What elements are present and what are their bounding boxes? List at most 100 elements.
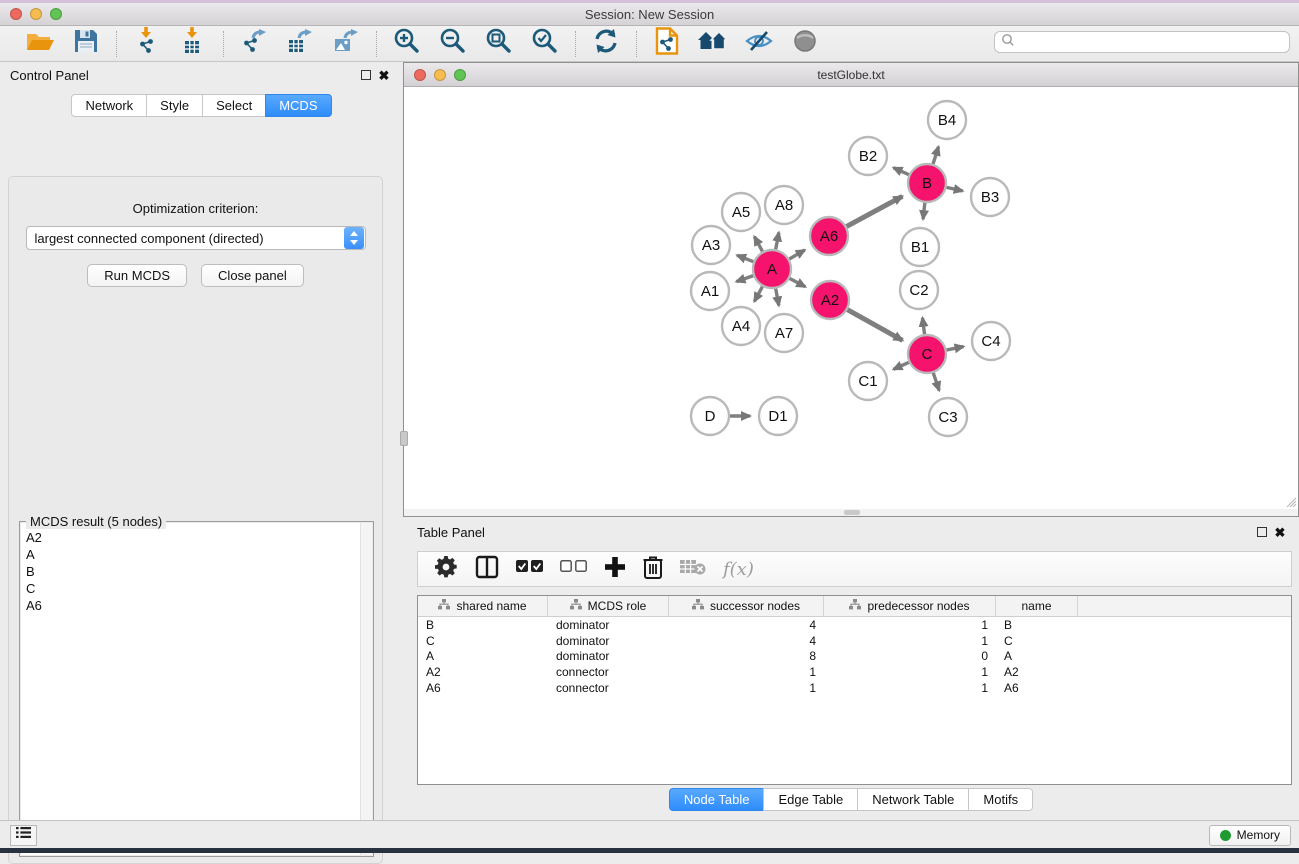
graph-node-D1[interactable]: D1	[759, 397, 797, 435]
zoom-in-button[interactable]	[391, 29, 423, 59]
graph-node-C4[interactable]: C4	[972, 322, 1010, 360]
tab-motifs[interactable]: Motifs	[968, 788, 1033, 811]
float-table-panel-icon[interactable]	[1253, 524, 1271, 540]
table-row[interactable]: Cdominator41C	[418, 633, 1291, 649]
tab-node-table[interactable]: Node Table	[669, 788, 765, 811]
mcds-result-item[interactable]: B	[21, 563, 372, 580]
float-panel-icon[interactable]	[357, 67, 375, 83]
function-builder-button[interactable]: f(x)	[723, 559, 754, 580]
mcds-result-item[interactable]: A	[21, 546, 372, 563]
close-panel-button[interactable]: Close panel	[201, 264, 304, 287]
refresh-button[interactable]	[590, 29, 622, 59]
trash-button[interactable]	[643, 555, 663, 584]
close-panel-icon[interactable]: ✖	[375, 67, 393, 83]
graph-node-A1[interactable]: A1	[691, 272, 729, 310]
uncheck-pair-button[interactable]	[560, 560, 587, 578]
horizontal-scrollbar-thumb[interactable]	[844, 510, 860, 515]
table-row[interactable]: Adominator80A	[418, 648, 1291, 664]
column-header-predecessor-nodes[interactable]: predecessor nodes	[824, 596, 996, 616]
result-scrollbar[interactable]	[360, 523, 372, 855]
graph-edge-B-B2[interactable]	[893, 168, 909, 175]
plus-button[interactable]	[604, 556, 626, 583]
table-row[interactable]: Bdominator41B	[418, 617, 1291, 633]
graph-edge-B-B1[interactable]	[923, 202, 925, 219]
search-input[interactable]	[1016, 35, 1289, 49]
column-header-name[interactable]: name	[996, 596, 1078, 616]
graph-node-D[interactable]: D	[691, 397, 729, 435]
graph-node-A5[interactable]: A5	[722, 193, 760, 231]
zoom-selected-button[interactable]	[529, 29, 561, 59]
graph-node-A4[interactable]: A4	[722, 307, 760, 345]
graph-edge-A-A8[interactable]	[776, 233, 779, 251]
export-table-button[interactable]	[284, 29, 316, 59]
node-table[interactable]: shared nameMCDS rolesuccessor nodesprede…	[417, 595, 1292, 785]
graph-edge-C-C2[interactable]	[922, 318, 924, 335]
graph-node-A7[interactable]: A7	[765, 314, 803, 352]
graph-node-B[interactable]: B	[908, 164, 946, 202]
column-header-shared-name[interactable]: shared name	[418, 596, 548, 616]
graph-node-B1[interactable]: B1	[901, 228, 939, 266]
column-header-successor-nodes[interactable]: successor nodes	[669, 596, 824, 616]
table-delete-button[interactable]	[680, 558, 706, 581]
tab-network[interactable]: Network	[71, 94, 147, 117]
table-row[interactable]: A6connector11A6	[418, 680, 1291, 696]
graph-edge-A-A4[interactable]	[754, 286, 763, 302]
optimization-criterion-dropdown[interactable]: largest connected component (directed)	[26, 226, 366, 250]
column-header-MCDS-role[interactable]: MCDS role	[548, 596, 669, 616]
export-network-button[interactable]	[238, 29, 270, 59]
graph-node-A6[interactable]: A6	[810, 217, 848, 255]
import-network-button[interactable]	[131, 29, 163, 59]
mcds-result-list[interactable]: A2ABCA6	[21, 523, 372, 855]
graph-edge-A-A5[interactable]	[754, 237, 763, 253]
graph-edge-A-A3[interactable]	[737, 255, 754, 262]
hide-eye-button[interactable]	[743, 29, 775, 59]
graph-edge-A-A1[interactable]	[736, 275, 754, 281]
network-canvas[interactable]: B4B2BB3A5A8A6A3B1AA1C2A2A4A7C4CC1C3DD1	[404, 87, 1298, 516]
eye-button[interactable]	[789, 29, 821, 59]
open-folder-button[interactable]	[24, 29, 56, 59]
graph-node-C1[interactable]: C1	[849, 362, 887, 400]
tab-mcds[interactable]: MCDS	[265, 94, 331, 117]
export-image-button[interactable]	[330, 29, 362, 59]
graph-edge-A-A6[interactable]	[788, 250, 804, 259]
memory-button[interactable]: Memory	[1209, 825, 1291, 846]
graph-edge-A-A7[interactable]	[776, 288, 779, 306]
graph-edge-A-A2[interactable]	[789, 278, 806, 287]
zoom-out-button[interactable]	[437, 29, 469, 59]
network-window-title-bar[interactable]: testGlobe.txt	[404, 63, 1298, 87]
graph-node-A8[interactable]: A8	[765, 186, 803, 224]
check-pair-button[interactable]	[516, 560, 543, 578]
graph-node-A2[interactable]: A2	[811, 281, 849, 319]
graph-edge-C-C3[interactable]	[933, 372, 939, 390]
tab-network-table[interactable]: Network Table	[857, 788, 969, 811]
tab-select[interactable]: Select	[202, 94, 266, 117]
graph-edge-B-B4[interactable]	[933, 147, 939, 165]
graph-edge-A2-C[interactable]	[847, 309, 903, 340]
search-box[interactable]	[994, 31, 1290, 53]
graph-node-C2[interactable]: C2	[900, 271, 938, 309]
graph-edge-C-C1[interactable]	[893, 362, 909, 369]
homes-button[interactable]	[697, 29, 729, 59]
horizontal-scrollbar[interactable]	[404, 509, 1298, 516]
graph-node-B3[interactable]: B3	[971, 178, 1009, 216]
graph-edge-B-B3[interactable]	[946, 187, 963, 191]
import-table-button[interactable]	[177, 29, 209, 59]
mcds-result-item[interactable]: A6	[21, 597, 372, 614]
graph-node-A3[interactable]: A3	[692, 226, 730, 264]
close-table-panel-icon[interactable]: ✖	[1271, 524, 1289, 540]
run-mcds-button[interactable]: Run MCDS	[87, 264, 187, 287]
mcds-result-item[interactable]: C	[21, 580, 372, 597]
table-row[interactable]: A2connector11A2	[418, 664, 1291, 680]
resize-grip-icon[interactable]	[1284, 495, 1297, 508]
graph-node-C3[interactable]: C3	[929, 398, 967, 436]
network-document-button[interactable]	[651, 29, 683, 59]
zoom-fit-button[interactable]	[483, 29, 515, 59]
save-button[interactable]	[70, 29, 102, 59]
graph-edge-C-C4[interactable]	[946, 347, 964, 351]
graph-node-C[interactable]: C	[908, 335, 946, 373]
graph-edge-A6-B[interactable]	[846, 196, 903, 227]
tab-edge-table[interactable]: Edge Table	[763, 788, 858, 811]
graph-node-A[interactable]: A	[753, 250, 791, 288]
vertical-scrollbar-thumb[interactable]	[400, 431, 408, 446]
graph-node-B2[interactable]: B2	[849, 137, 887, 175]
